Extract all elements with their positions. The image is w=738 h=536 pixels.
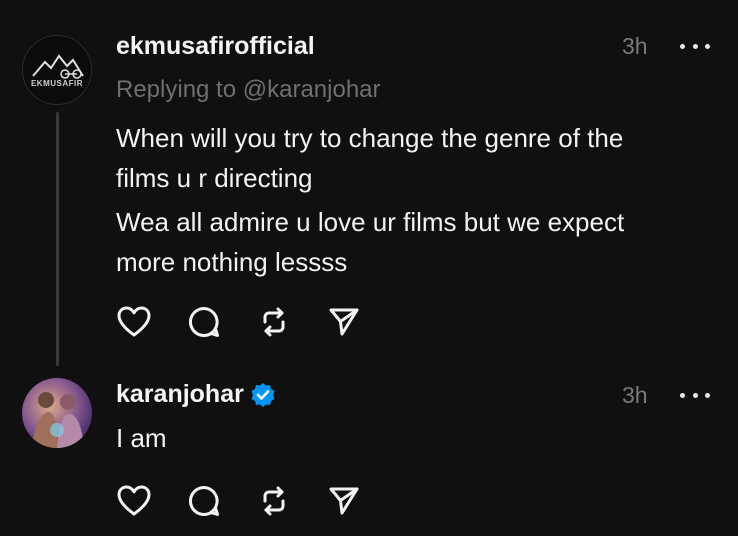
action-bar: [116, 304, 396, 340]
more-options-icon[interactable]: [680, 41, 710, 51]
heart-icon: [117, 306, 151, 337]
thread-line: [56, 112, 59, 366]
replying-to-label[interactable]: Replying to @karanjohar: [116, 76, 381, 104]
verified-badge-icon: [251, 383, 275, 408]
username-row: karanjohar: [116, 380, 276, 409]
avatar[interactable]: EKMUSAFIR: [22, 35, 92, 105]
comment-button[interactable]: [186, 304, 222, 340]
repost-button[interactable]: [256, 304, 292, 340]
share-button[interactable]: [326, 483, 362, 519]
post-text-line: more nothing lessss: [116, 247, 348, 277]
like-button[interactable]: [116, 304, 152, 340]
send-icon: [329, 308, 359, 336]
heart-icon: [117, 485, 151, 516]
post-text-line: Wea all admire u love ur films but we ex…: [116, 207, 625, 237]
avatar[interactable]: [22, 378, 92, 448]
comment-icon: [188, 485, 219, 516]
username[interactable]: ekmusafirofficial: [116, 32, 315, 61]
reply-post: karanjohar 3h I am: [0, 366, 738, 536]
more-options-icon[interactable]: [680, 390, 710, 400]
repost-button[interactable]: [256, 483, 292, 519]
parent-post: EKMUSAFIR ekmusafirofficial 3h Replying …: [0, 0, 738, 366]
post-text-line: When will you try to change the genre of…: [116, 123, 624, 153]
post-text-line: films u r directing: [116, 163, 313, 193]
repost-icon: [263, 486, 285, 516]
timestamp: 3h: [622, 33, 648, 59]
comment-icon: [188, 306, 219, 337]
avatar-label: EKMUSAFIR: [30, 79, 84, 88]
action-bar: [116, 483, 396, 519]
like-button[interactable]: [116, 483, 152, 519]
profile-photo-icon: [32, 392, 84, 448]
post-text: When will you try to change the genre of…: [116, 118, 716, 282]
repost-icon: [263, 307, 285, 337]
send-icon: [329, 487, 359, 515]
comment-button[interactable]: [186, 483, 222, 519]
share-button[interactable]: [326, 304, 362, 340]
reply-text: I am: [116, 423, 167, 453]
username[interactable]: karanjohar: [116, 380, 244, 408]
timestamp: 3h: [622, 382, 648, 408]
mountain-logo-icon: [32, 54, 84, 79]
